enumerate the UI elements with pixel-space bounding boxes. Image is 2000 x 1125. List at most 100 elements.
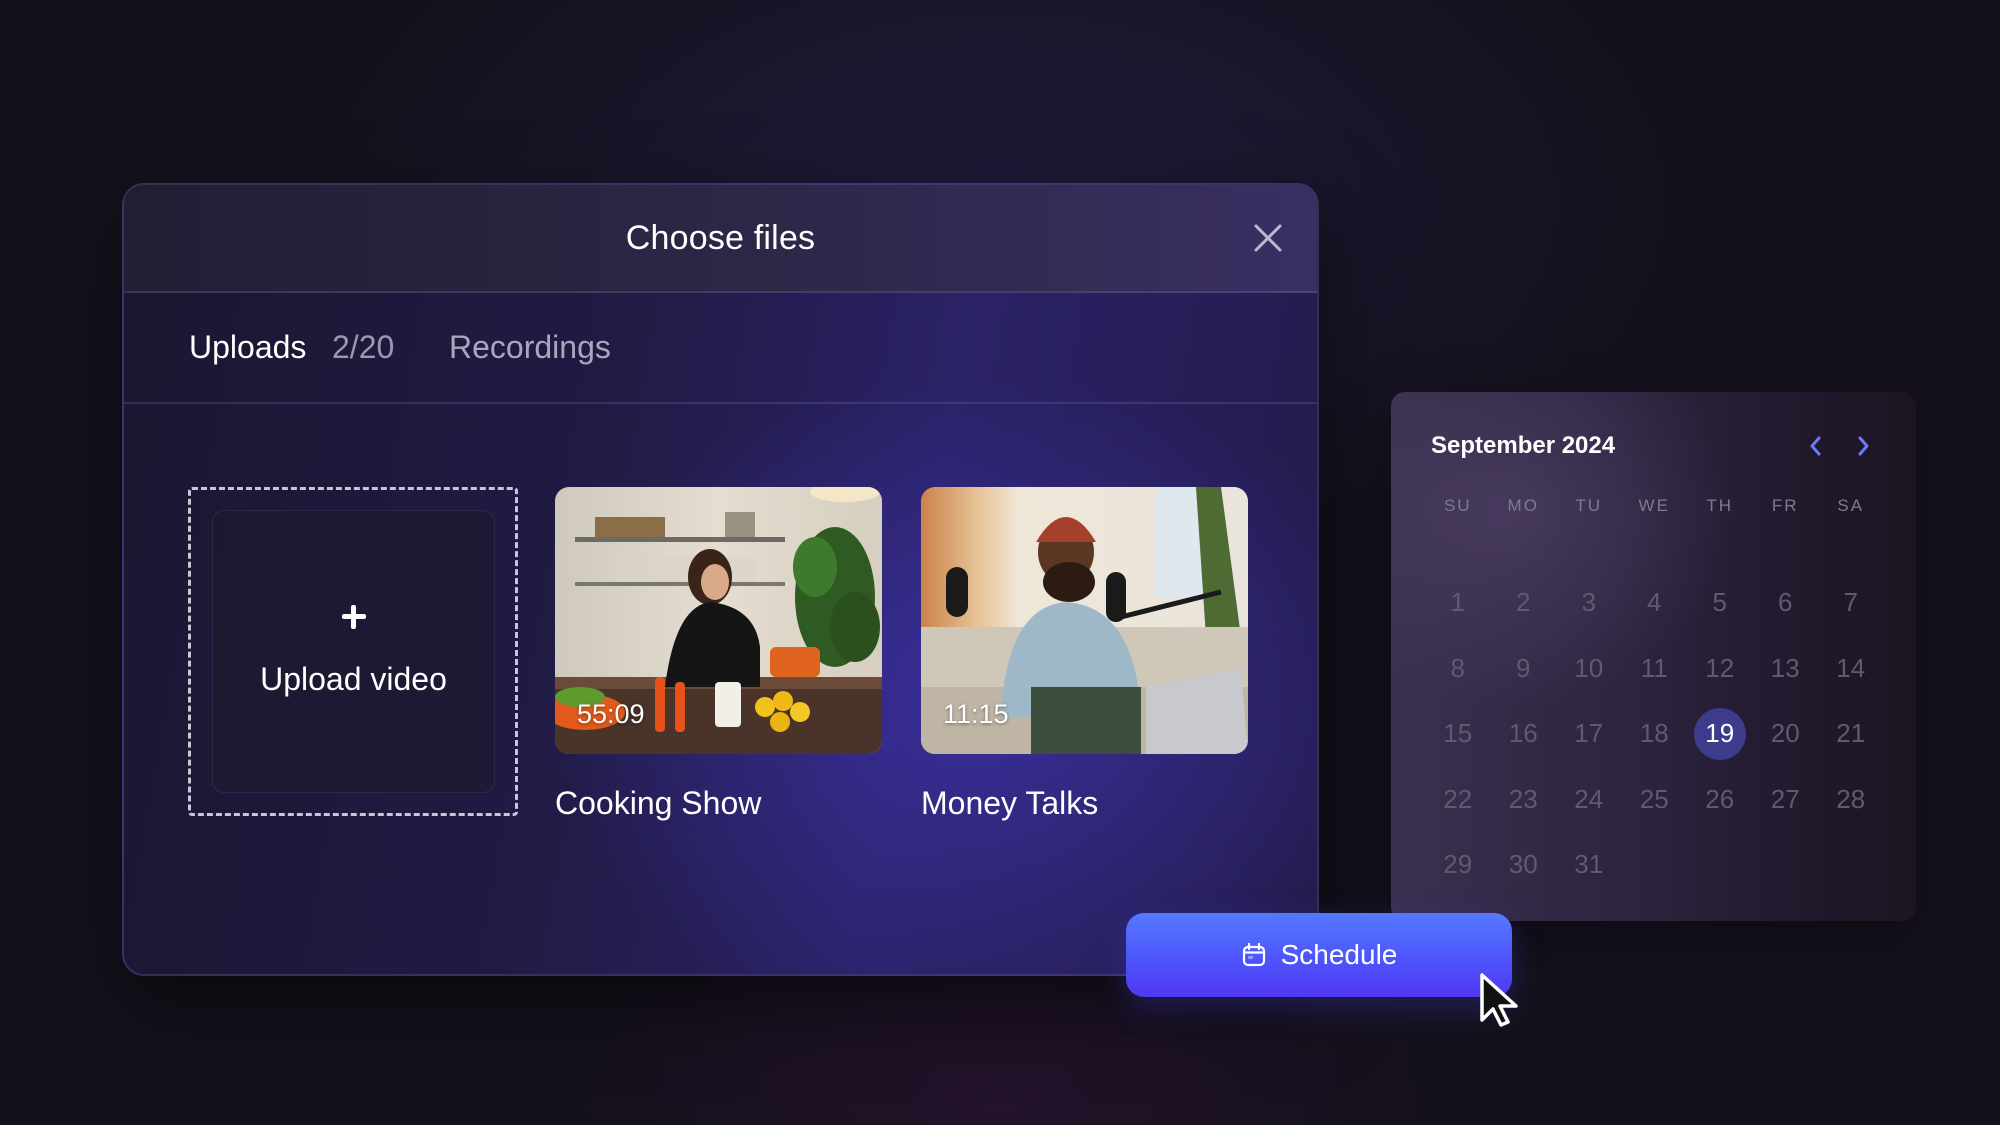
calendar-day-number: 5 [1712, 587, 1727, 618]
calendar-day[interactable]: 4 [1622, 570, 1688, 636]
upload-video-dropzone[interactable]: Upload video [188, 487, 518, 816]
video-card-cooking-show[interactable]: 55:09 Cooking Show [555, 487, 882, 821]
calendar-day[interactable]: 15 [1425, 701, 1491, 767]
close-button[interactable] [1251, 221, 1285, 255]
tab-bar: Uploads 2/20 Recordings [124, 293, 1317, 404]
weekday-label: TU [1575, 496, 1603, 515]
tab-uploads[interactable]: Uploads [189, 329, 306, 366]
video-thumbnail[interactable]: 11:15 [921, 487, 1248, 754]
video-title: Money Talks [921, 785, 1099, 821]
weekday-header-row: SU MO TU WE TH FR SA [1425, 496, 1885, 516]
calendar-day[interactable]: 28 [1818, 767, 1884, 833]
calendar-day[interactable]: 30 [1491, 832, 1557, 898]
video-duration: 11:15 [943, 699, 1009, 729]
schedule-label: Schedule [1280, 939, 1398, 970]
calendar-day[interactable]: 6 [1753, 570, 1819, 636]
weekday-label: MO [1507, 496, 1539, 515]
weekday-label: FR [1771, 496, 1799, 515]
calendar-day[interactable]: 13 [1753, 636, 1819, 702]
plus-icon [341, 605, 366, 629]
calendar-day[interactable]: 1 [1425, 570, 1491, 636]
weekday-label: SA [1837, 496, 1865, 515]
calendar-day-number: 15 [1443, 718, 1473, 749]
calendar-day-number: 8 [1450, 652, 1465, 683]
calendar-day-number: 29 [1443, 849, 1473, 880]
upload-video-label: Upload video [260, 661, 447, 697]
calendar-day[interactable]: 12 [1687, 636, 1753, 702]
calendar-day[interactable]: 8 [1425, 636, 1491, 702]
calendar-day[interactable]: 3 [1556, 570, 1622, 636]
calendar-day-selected[interactable]: 19 [1687, 701, 1753, 767]
previous-month-button[interactable] [1802, 432, 1830, 460]
calendar-day-number: 27 [1770, 783, 1800, 814]
mouse-pointer-icon [1480, 973, 1518, 1027]
calendar-week-row: 1 2 3 4 5 6 7 [1425, 570, 1885, 636]
calendar-day-number: 2 [1516, 587, 1531, 618]
calendar-day[interactable]: 14 [1818, 636, 1884, 702]
modal-header: Choose files [124, 185, 1317, 293]
calendar-empty-cell [1753, 832, 1819, 898]
calendar-week-row: 29 30 31 [1425, 832, 1885, 898]
calendar-day-number: 31 [1574, 849, 1604, 880]
calendar-week-row: 22 23 24 25 26 27 28 [1425, 767, 1885, 833]
calendar-week-row: 15 16 17 18 19 20 21 [1425, 701, 1885, 767]
weekday-label: TH [1706, 496, 1734, 515]
calendar-day[interactable]: 11 [1622, 636, 1688, 702]
calendar-day-number: 1 [1450, 587, 1465, 618]
calendar-day[interactable]: 26 [1687, 767, 1753, 833]
calendar-day[interactable]: 20 [1753, 701, 1819, 767]
calendar-day[interactable]: 18 [1622, 701, 1688, 767]
calendar-day-number: 20 [1770, 718, 1800, 749]
calendar-day[interactable]: 9 [1491, 636, 1557, 702]
calendar-day-number: 18 [1639, 718, 1669, 749]
calendar-day-number: 13 [1770, 652, 1800, 683]
close-icon [1254, 224, 1282, 252]
calendar-day-number: 14 [1836, 652, 1866, 683]
calendar-day-number: 28 [1836, 783, 1866, 814]
calendar-day-number: 23 [1508, 783, 1538, 814]
calendar-day[interactable]: 27 [1753, 767, 1819, 833]
calendar-day[interactable]: 2 [1491, 570, 1557, 636]
calendar-day[interactable]: 22 [1425, 767, 1491, 833]
calendar-icon [1242, 942, 1265, 967]
calendar-day[interactable]: 10 [1556, 636, 1622, 702]
calendar-day-number: 6 [1778, 587, 1793, 618]
upload-video-button[interactable]: Upload video [212, 510, 495, 793]
calendar-day[interactable]: 16 [1491, 701, 1557, 767]
calendar-empty-cell [1622, 832, 1688, 898]
tab-recordings[interactable]: Recordings [449, 329, 611, 366]
calendar-day[interactable]: 5 [1687, 570, 1753, 636]
calendar-day[interactable]: 24 [1556, 767, 1622, 833]
uploads-count: 2/20 [332, 329, 395, 365]
video-thumbnail[interactable]: 55:09 [555, 487, 882, 754]
calendar-month-title: September 2024 [1431, 432, 1616, 459]
calendar-day-number: 10 [1574, 652, 1604, 683]
calendar-day[interactable]: 25 [1622, 767, 1688, 833]
calendar-day[interactable]: 31 [1556, 832, 1622, 898]
weekday-label: SU [1443, 496, 1472, 515]
video-card-money-talks[interactable]: 11:15 Money Talks [921, 487, 1248, 821]
calendar-day-number: 16 [1508, 718, 1538, 749]
calendar-day-number: 7 [1843, 587, 1858, 618]
calendar-day-number: 26 [1705, 783, 1735, 814]
calendar-day-number: 11 [1640, 652, 1668, 683]
calendar-day-number: 30 [1508, 849, 1538, 880]
calendar-day-number: 4 [1647, 587, 1662, 618]
calendar-day-number: 25 [1639, 783, 1669, 814]
calendar-week-row: 8 9 10 11 12 13 14 [1425, 636, 1885, 702]
calendar-day[interactable]: 23 [1491, 767, 1557, 833]
modal-title: Choose files [625, 219, 816, 257]
next-month-button[interactable] [1849, 432, 1877, 460]
calendar-day[interactable]: 29 [1425, 832, 1491, 898]
calendar-day[interactable]: 7 [1818, 570, 1884, 636]
calendar-day-number: 17 [1574, 718, 1604, 749]
calendar-day-number: 22 [1443, 783, 1473, 814]
calendar-day[interactable]: 21 [1818, 701, 1884, 767]
video-duration: 55:09 [577, 699, 645, 729]
calendar-day[interactable]: 17 [1556, 701, 1622, 767]
chevron-left-icon [1810, 436, 1821, 456]
calendar-day-number: 19 [1693, 707, 1746, 760]
chevron-right-icon [1858, 436, 1869, 456]
schedule-button[interactable]: Schedule [1126, 913, 1512, 997]
calendar-day-number: 12 [1705, 652, 1735, 683]
